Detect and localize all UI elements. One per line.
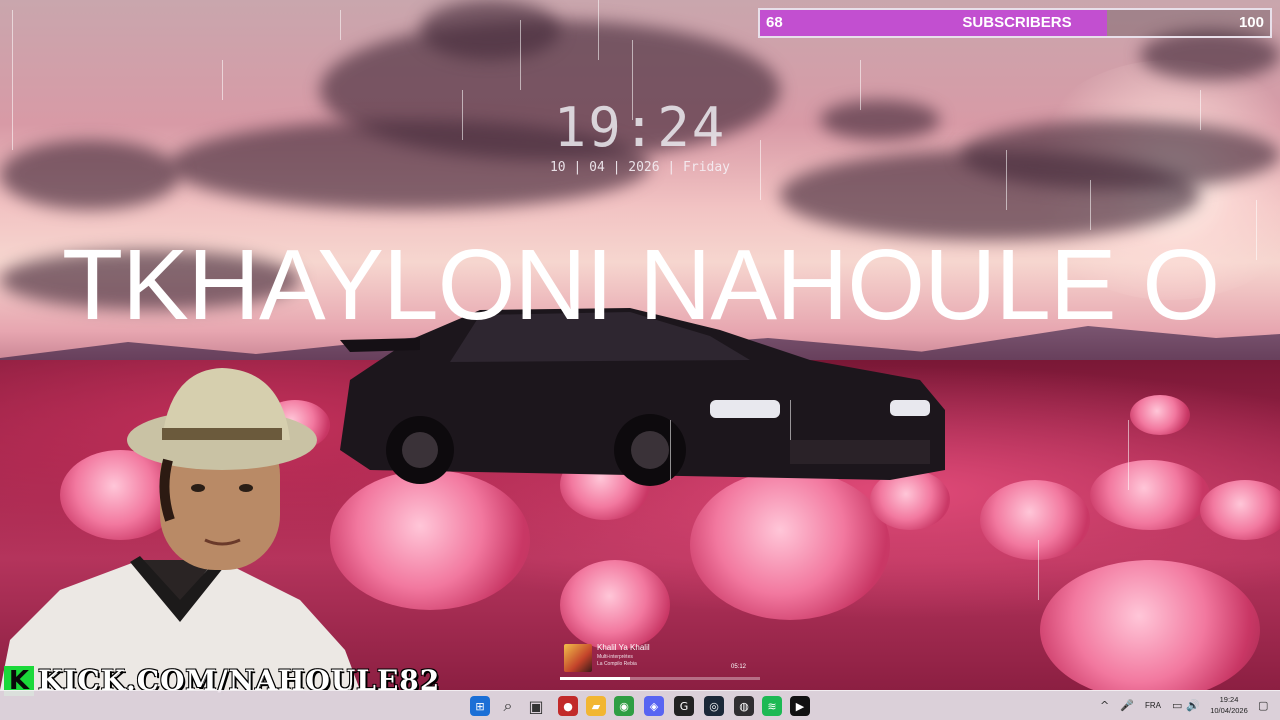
rain-streak (520, 20, 521, 90)
app-g-icon[interactable]: G (674, 696, 694, 716)
spotify-icon[interactable]: ≋ (762, 696, 782, 716)
rain-streak (790, 400, 791, 440)
rain-streak (670, 420, 671, 480)
cloud (0, 140, 180, 210)
subscriber-label: SUBSCRIBERS (962, 14, 1072, 31)
track-album: La Compilo Rebia (597, 661, 637, 667)
cloud (960, 120, 1280, 190)
taskbar: ⊞ ⌕ ▣ ● ▰ ◉ ◈ G ◎ ◍ ≋ ▶ ^ 🎤 FRA ▭ 🔊 19:24 10/04/202… (0, 690, 1280, 720)
track-title: Khalil Ya Khalil (597, 643, 650, 652)
stream-app-icon[interactable]: ▶ (790, 696, 810, 716)
microphone-icon[interactable]: 🎤 (1120, 699, 1134, 712)
windows-start-icon[interactable]: ⊞ (470, 696, 490, 716)
rain-streak (1038, 540, 1039, 600)
file-explorer-icon[interactable]: ▰ (586, 696, 606, 716)
clock-time: 19:24 (553, 96, 727, 159)
discord-icon[interactable]: ◈ (644, 696, 664, 716)
rain-streak (340, 10, 341, 40)
album-art (564, 644, 592, 672)
rain-streak (462, 90, 463, 140)
language-indicator[interactable]: FRA (1145, 701, 1161, 710)
rain-streak (1090, 180, 1091, 230)
flower (1200, 480, 1280, 540)
flower (560, 560, 670, 650)
notification-icon[interactable]: ▢ (1258, 699, 1268, 712)
tray-chevron-icon[interactable]: ^ (1100, 699, 1109, 712)
rain-streak (12, 10, 13, 150)
now-playing-widget[interactable]: Khalil Ya Khalil Multi-interprètes La Co… (560, 640, 760, 684)
volume-icon[interactable]: 🔊 (1186, 699, 1200, 712)
taskbar-time: 19:24 (1219, 695, 1239, 704)
track-progress-fill (560, 677, 630, 680)
rain-streak (1006, 150, 1007, 210)
network-icon[interactable]: ▭ (1172, 699, 1182, 712)
rain-streak (222, 60, 223, 100)
task-view-icon[interactable]: ▣ (526, 696, 546, 716)
obs-icon[interactable]: ◍ (734, 696, 754, 716)
subscriber-goal-count: 100 (1238, 14, 1264, 31)
clock-date: 10 | 04 | 2026 | Friday (549, 160, 730, 175)
track-progress-bar[interactable] (560, 677, 760, 680)
chrome-icon[interactable]: ◉ (614, 696, 634, 716)
overlay-banner-text: TKHAYLONI NAHOULE O (62, 229, 1220, 341)
flower (1130, 395, 1190, 435)
subscriber-goal-bar: 68 SUBSCRIBERS 100 (758, 8, 1272, 38)
rain-streak (860, 60, 861, 110)
rain-streak (1256, 200, 1257, 260)
search-icon[interactable]: ⌕ (498, 696, 518, 716)
rain-streak (1200, 90, 1201, 130)
track-artist: Multi-interprètes (597, 654, 633, 660)
rain-streak (598, 0, 599, 60)
cloud (820, 100, 940, 140)
rain-streak (1128, 420, 1129, 490)
cloud (420, 0, 560, 60)
webcam-feed (0, 368, 360, 690)
taskbar-clock[interactable]: 19:24 10/04/2026 (1204, 694, 1254, 716)
track-time: 05:12 (730, 664, 746, 670)
record-app-icon[interactable]: ● (558, 696, 578, 716)
flower (1040, 560, 1260, 690)
flower (980, 480, 1090, 560)
taskbar-date: 10/04/2026 (1210, 706, 1248, 715)
steam-icon[interactable]: ◎ (704, 696, 724, 716)
rain-streak (760, 140, 761, 200)
flower (1090, 460, 1210, 530)
